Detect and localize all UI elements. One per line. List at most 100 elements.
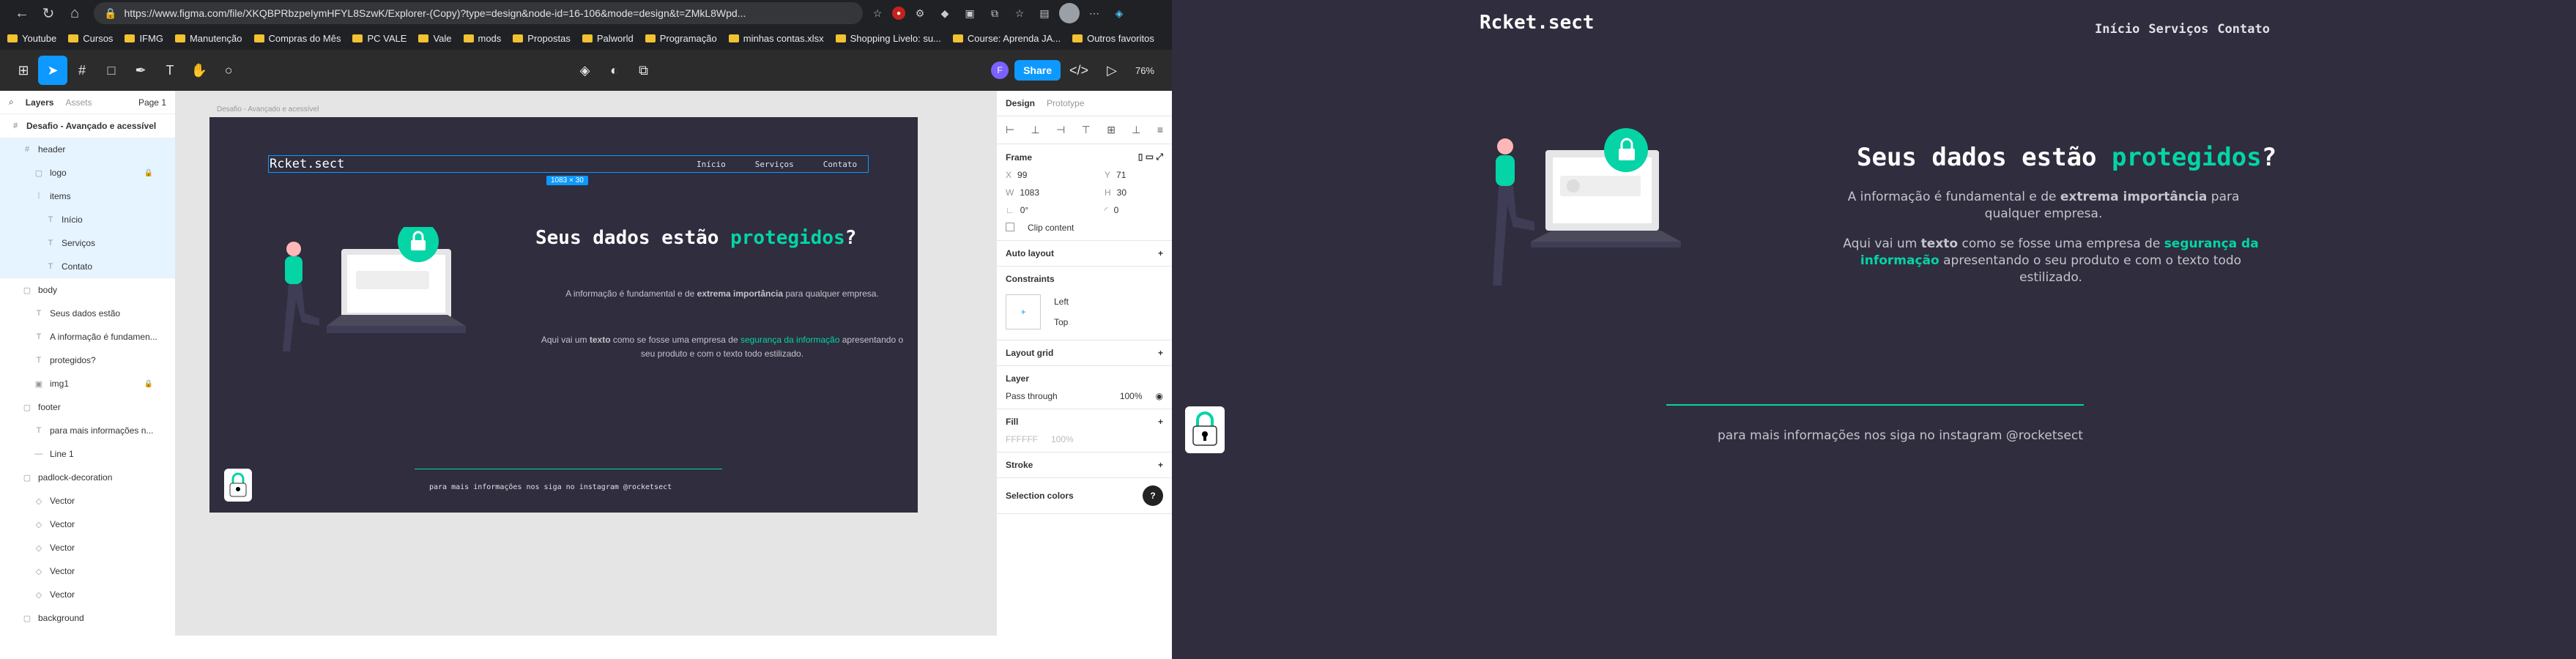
layer-row[interactable]: T Contato [0,255,175,278]
x-input[interactable]: 99 [1017,170,1027,180]
frame-section-label[interactable]: Frame [1006,152,1032,163]
constraint-horizontal[interactable]: Left [1054,291,1069,312]
add-icon[interactable]: + [1158,417,1163,427]
frame-title[interactable]: Desafio - Avançado e acessível [217,105,319,113]
layer-row[interactable]: T A informação é fundamen... [0,325,175,349]
clip-checkbox[interactable] [1006,223,1014,231]
layer-row[interactable]: ◇ Vector [0,489,175,513]
bookmark-item[interactable]: minhas contas.xlsx [728,33,824,44]
frame-tool-icon[interactable]: # [67,56,97,85]
bookmark-item[interactable]: Compras do Mês [253,33,341,44]
refresh-icon[interactable]: ↻ [35,0,62,26]
canvas-frame[interactable]: Rcket.sect Início Serviços Contato 1083 … [209,117,918,513]
zoom-level[interactable]: 76% [1126,56,1163,85]
bookmark-item[interactable]: PC VALE [352,33,407,44]
width-input[interactable]: 1083 [1020,187,1039,198]
component-icon[interactable]: ◈ [571,56,600,85]
tab-layers[interactable]: Layers [26,97,54,108]
layer-row[interactable]: ▢ logo 🔒 [0,161,175,185]
opacity-input[interactable]: 100% [1120,391,1143,401]
user-avatar[interactable]: F [985,56,1014,85]
add-icon[interactable]: + [1158,348,1163,358]
address-bar[interactable]: 🔒 https://www.figma.com/file/XKQBPRbzpeI… [94,2,863,24]
share-button[interactable]: Share [1014,60,1061,81]
bookmark-item[interactable]: Shopping Livelo: su... [835,33,941,44]
bookmark-item[interactable]: IFMG [125,33,163,44]
home-icon[interactable]: ⌂ [62,0,88,26]
move-tool-icon[interactable]: ➤ [38,56,67,85]
help-icon[interactable]: ? [1143,485,1163,506]
extension-icon[interactable]: ⚙ [910,3,930,23]
layer-row[interactable]: ▢ footer [0,395,175,419]
layer-row[interactable]: ⁞ items [0,185,175,208]
boolean-icon[interactable]: ⧉ [629,56,658,85]
add-icon[interactable]: + [1158,460,1163,470]
project-frame-row[interactable]: # Desafio - Avançado e acessível [0,114,175,138]
bookmark-item[interactable]: Propostas [513,33,571,44]
comment-tool-icon[interactable]: ○ [214,56,243,85]
site-logo[interactable]: Rcket.sect [1480,12,1595,34]
profile-avatar[interactable] [1059,3,1080,23]
bookmark-item[interactable]: Outros favoritos [1072,33,1154,44]
y-input[interactable]: 71 [1116,170,1126,180]
layer-row[interactable]: ◇ Vector [0,536,175,559]
constraints-widget[interactable]: + [1006,294,1041,330]
bookmark-item[interactable]: Vale [418,33,452,44]
nav-inicio[interactable]: Início [2095,22,2139,37]
align-left-icon[interactable]: ⊢ [1006,124,1014,136]
extension-icon[interactable]: ◆ [935,3,955,23]
text-tool-icon[interactable]: T [155,56,185,85]
layer-row[interactable]: ◇ Vector [0,513,175,536]
pen-tool-icon[interactable]: ✒ [126,56,155,85]
lock-icon[interactable]: 🔒 [144,169,153,177]
more-menu-icon[interactable]: ⋯ [1084,3,1105,23]
align-bottom-icon[interactable]: ⊥ [1132,124,1140,136]
dev-mode-toggle[interactable]: </> [1061,56,1097,85]
align-middle-icon[interactable]: ⊞ [1107,124,1116,136]
layer-row[interactable]: — Line 1 [0,442,175,466]
lock-icon[interactable]: 🔒 [144,380,153,388]
layer-row[interactable]: ▣ img1 🔒 [0,372,175,395]
fill-hex-input[interactable]: FFFFFF [1006,434,1038,444]
bookmark-item[interactable]: Palworld [582,33,634,44]
layer-row[interactable]: ▢ background [0,606,175,630]
nav-contato[interactable]: Contato [2217,22,2270,37]
blend-mode-select[interactable]: Pass through [1006,391,1058,401]
tab-assets[interactable]: Assets [65,97,92,108]
back-icon[interactable]: ← [9,0,35,26]
align-right-icon[interactable]: ⊣ [1056,124,1065,136]
favorites-icon[interactable]: ☆ [1009,3,1030,23]
align-center-icon[interactable]: ⊥ [1031,124,1040,136]
hand-tool-icon[interactable]: ✋ [185,56,214,85]
bookmark-item[interactable]: Cursos [68,33,113,44]
rotation-input[interactable]: 0° [1020,205,1028,215]
bookmark-star-icon[interactable]: ☆ [867,3,888,23]
add-icon[interactable]: + [1158,248,1163,258]
align-top-icon[interactable]: ⊤ [1082,124,1091,136]
bookmark-item[interactable]: Youtube [7,33,56,44]
height-input[interactable]: 30 [1117,187,1126,198]
layer-row[interactable]: ◇ Vector [0,583,175,606]
tab-prototype[interactable]: Prototype [1047,98,1084,108]
tab-design[interactable]: Design [1006,98,1035,108]
radius-input[interactable]: 0 [1114,205,1119,215]
figma-menu-icon[interactable]: ⊞ [9,56,38,85]
present-icon[interactable]: ▷ [1097,56,1126,85]
constraint-vertical[interactable]: Top [1054,312,1069,332]
bookmark-item[interactable]: Programação [645,33,717,44]
copilot-icon[interactable]: ◈ [1109,3,1129,23]
layer-row[interactable]: ◇ Vector [0,559,175,583]
split-screen-icon[interactable]: ⧉ [984,3,1005,23]
frame-resize-icons[interactable]: ▯ ▭ ⤢ [1138,152,1163,163]
mask-icon[interactable]: ◐ [600,56,629,85]
distribute-icon[interactable]: ≡ [1157,124,1163,136]
layer-row[interactable]: ▢ padlock-decoration [0,466,175,489]
layer-row[interactable]: Tpara mais informações n... [0,419,175,442]
page-selector[interactable]: Page 1 [138,97,166,108]
bookmark-item[interactable]: mods [463,33,501,44]
fill-opacity-input[interactable]: 100% [1051,434,1074,444]
layer-row[interactable]: T Seus dados estão [0,302,175,325]
collections-icon[interactable]: ▤ [1034,3,1055,23]
extension-icon[interactable]: ● [892,7,905,20]
layer-row[interactable]: Tprotegidos? [0,349,175,372]
